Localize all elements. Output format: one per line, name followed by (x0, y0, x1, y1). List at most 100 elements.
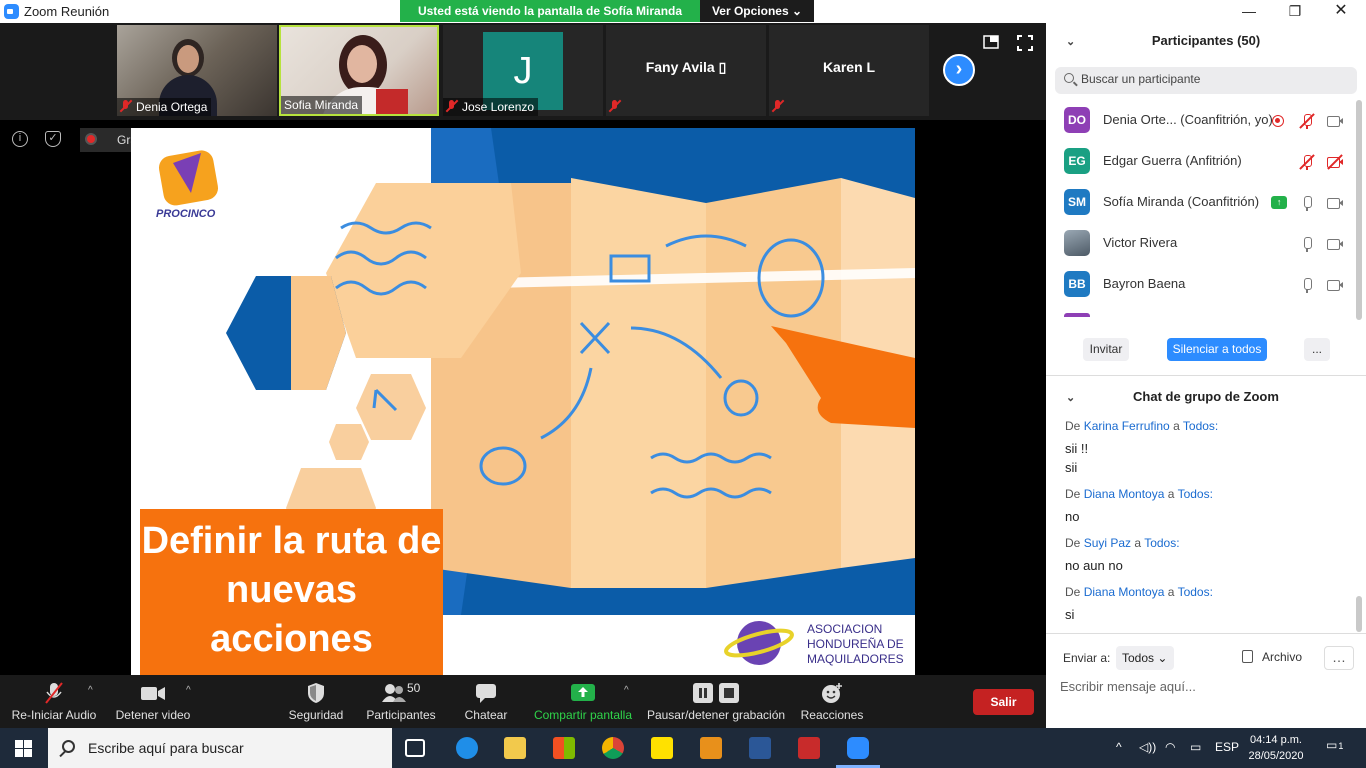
chat-button[interactable]: Chatear (460, 681, 512, 722)
next-page-arrow-icon[interactable]: › (943, 54, 975, 86)
audio-button[interactable]: Re-Iniciar Audio (10, 681, 98, 722)
volume-icon[interactable]: ◁)) (1139, 740, 1156, 754)
mic-muted-icon[interactable] (1298, 112, 1316, 129)
taskbar-clock[interactable]: 04:14 p.m. 28/05/2020 (1248, 732, 1304, 764)
audio-options-caret-icon[interactable]: ^ (88, 685, 93, 696)
reactions-button[interactable]: Reacciones (800, 681, 864, 722)
share-screen-button[interactable]: Compartir pantalla (532, 681, 634, 722)
collapse-chevron-icon[interactable]: ⌄ (1066, 35, 1075, 48)
divider (1046, 375, 1366, 376)
video-camera-icon[interactable] (1326, 195, 1344, 211)
more-options-button[interactable]: ... (1304, 338, 1330, 361)
close-icon[interactable]: ✕ (1318, 0, 1364, 23)
sender-link[interactable]: Karina Ferrufino (1084, 419, 1170, 433)
zoom-taskbar-icon[interactable] (847, 737, 869, 759)
search-icon (1064, 73, 1074, 83)
notifications-icon[interactable]: ▭1 (1326, 738, 1343, 752)
mic-icon[interactable] (1298, 277, 1316, 293)
chat-more-button[interactable]: … (1324, 646, 1354, 670)
avatar-partial (1064, 313, 1090, 317)
word-icon[interactable] (749, 737, 771, 759)
participant-row[interactable]: Victor Rivera (1046, 223, 1356, 264)
video-tile[interactable]: Karen L (769, 25, 929, 116)
sticky-notes-icon[interactable] (651, 737, 673, 759)
participant-search[interactable] (1055, 67, 1357, 94)
zoom-app: Zoom Reunión Usted está viendo la pantal… (0, 0, 1366, 768)
file-button[interactable]: Archivo (1242, 650, 1302, 664)
mic-icon[interactable] (1298, 236, 1316, 252)
file-icon (1242, 650, 1253, 663)
mic-muted-icon (772, 100, 784, 112)
outlook-icon[interactable] (700, 737, 722, 759)
meeting-info-icon[interactable]: i (12, 131, 28, 147)
leave-meeting-button[interactable]: Salir (973, 689, 1034, 715)
store-icon[interactable] (553, 737, 575, 759)
share-banner: Usted está viendo la pantalla de Sofía M… (400, 0, 814, 22)
taskbar-search[interactable]: Escribe aquí para buscar (48, 728, 392, 768)
participants-scrollbar[interactable] (1356, 100, 1362, 320)
windows-start-icon[interactable] (15, 740, 33, 757)
restore-icon[interactable]: ❐ (1272, 0, 1318, 23)
avatar: SM (1064, 189, 1090, 215)
minimize-icon[interactable]: — (1226, 0, 1272, 23)
participant-name: Karen L (822, 59, 876, 75)
recipient-link[interactable]: Todos: (1178, 585, 1213, 599)
participant-name: Edgar Guerra (Anfitrión) (1103, 153, 1242, 168)
video-tile[interactable]: J Jose Lorenzo (443, 25, 603, 116)
association-logo-text: ASOCIACION HONDUREÑA DE MAQUILADORES (807, 622, 904, 666)
recipient-link[interactable]: Todos: (1178, 487, 1213, 501)
recipient-link[interactable]: Todos: (1144, 536, 1179, 550)
tray-chevron-icon[interactable]: ^ (1116, 740, 1122, 754)
fullscreen-icon[interactable] (1016, 35, 1034, 51)
mic-muted-icon (446, 100, 458, 112)
video-button[interactable]: Detener video (114, 681, 192, 722)
wifi-icon[interactable]: ◠ (1165, 740, 1175, 754)
recipient-link[interactable]: Todos: (1183, 419, 1218, 433)
video-camera-icon[interactable] (1326, 277, 1344, 293)
participant-row[interactable]: BB Bayron Baena (1046, 264, 1356, 305)
mic-icon[interactable] (1298, 195, 1316, 211)
chat-message-input[interactable] (1060, 676, 1350, 696)
mic-muted-icon[interactable] (1298, 153, 1316, 170)
security-button[interactable]: Seguridad (286, 681, 346, 722)
sender-link[interactable]: Suyi Paz (1084, 536, 1131, 550)
smiley-plus-icon (821, 681, 843, 705)
video-camera-icon[interactable] (1326, 113, 1344, 129)
participant-search-input[interactable] (1081, 72, 1341, 86)
video-tile[interactable]: Denia Ortega (117, 25, 277, 116)
video-tile[interactable]: Fany Avila ▯ (606, 25, 766, 116)
mute-all-button[interactable]: Silenciar a todos (1167, 338, 1267, 361)
participant-row[interactable]: EG Edgar Guerra (Anfitrión) (1046, 141, 1356, 182)
avatar: DO (1064, 107, 1090, 133)
language-indicator[interactable]: ESP (1215, 740, 1239, 754)
view-options-button[interactable]: Ver Opciones ⌄ (700, 0, 814, 22)
collapse-chevron-icon[interactable]: ⌄ (1066, 391, 1075, 404)
participant-name: Jose Lorenzo (462, 100, 535, 114)
invite-button[interactable]: Invitar (1083, 338, 1129, 361)
chat-header: ⌄ Chat de grupo de Zoom (1066, 389, 1279, 404)
antivirus-icon[interactable] (798, 737, 820, 759)
participant-row[interactable]: SM Sofía Miranda (Coanfitrión) ↑ (1046, 182, 1356, 223)
network-icon[interactable]: ▭ (1190, 740, 1201, 754)
video-tile-active-speaker[interactable]: Sofia Miranda (279, 25, 439, 116)
security-shield-icon[interactable]: ✓ (45, 131, 61, 147)
task-view-icon[interactable] (405, 739, 425, 757)
shield-icon (306, 681, 326, 705)
mic-muted-icon (120, 100, 132, 112)
participant-row[interactable]: DO Denia Orte... (Coanfitrión, yo) (1046, 100, 1356, 141)
sender-link[interactable]: Diana Montoya (1084, 487, 1165, 501)
mic-muted-icon (44, 681, 64, 705)
video-off-icon[interactable] (1326, 153, 1344, 170)
record-button[interactable]: Pausar/detener grabación (646, 681, 786, 722)
chat-scrollbar[interactable] (1356, 596, 1362, 632)
participants-button[interactable]: 50 Participantes (364, 681, 438, 722)
chrome-icon[interactable] (602, 737, 624, 759)
edge-browser-icon[interactable] (456, 737, 478, 759)
video-camera-icon[interactable] (1326, 236, 1344, 252)
recipient-dropdown[interactable]: Todos ⌄ (1116, 646, 1174, 670)
file-explorer-icon[interactable] (504, 737, 526, 759)
sender-link[interactable]: Diana Montoya (1084, 585, 1165, 599)
hide-video-icon[interactable] (982, 35, 1000, 51)
video-options-caret-icon[interactable]: ^ (186, 685, 191, 696)
share-options-caret-icon[interactable]: ^ (624, 685, 629, 696)
